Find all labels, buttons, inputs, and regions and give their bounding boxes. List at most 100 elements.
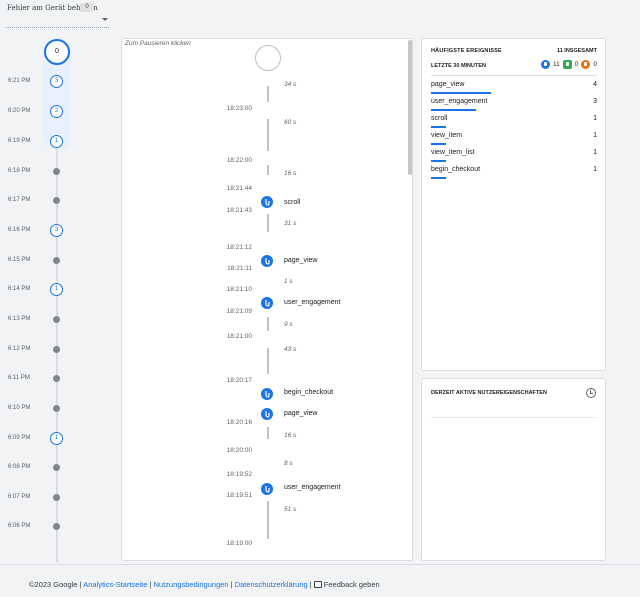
event-marker[interactable]	[261, 255, 273, 267]
minute-dot[interactable]	[53, 405, 60, 412]
duration-label: 16 s	[284, 170, 297, 177]
event-icon	[541, 60, 550, 69]
top-event-row[interactable]: page_view 4	[431, 79, 597, 94]
minute-count-circle[interactable]: 3	[50, 224, 63, 237]
top-event-row[interactable]: view_item_list 1	[431, 147, 597, 162]
time-label: 18:21:10	[226, 286, 252, 293]
top-event-count: 1	[593, 115, 597, 122]
minute-dot[interactable]	[53, 168, 60, 175]
minute-label: 6:19 PM	[8, 138, 31, 144]
duration-label: 51 s	[284, 506, 297, 513]
minute-label: 6:10 PM	[8, 405, 31, 411]
minute-label: 6:12 PM	[8, 346, 31, 352]
event-marker[interactable]	[261, 196, 273, 208]
top-event-bar	[431, 160, 446, 162]
minute-dot[interactable]	[53, 197, 60, 204]
conversion-count: 0	[574, 61, 579, 68]
minute-label: 6:16 PM	[8, 227, 31, 233]
debug-device-count: 0	[80, 3, 94, 12]
minutes-timeline: 0 6:21 PM 3 6:20 PM 2 6:19 PM 1 6:18 PM …	[0, 38, 118, 562]
duration-label: 8 s	[284, 460, 293, 467]
minute-label: 6:06 PM	[8, 523, 31, 529]
top-event-name: begin_checkout	[431, 166, 481, 173]
event-name[interactable]: page_view	[284, 410, 317, 417]
top-event-name: view_item	[431, 132, 463, 139]
top-event-name: scroll	[431, 115, 448, 122]
debug-header: Fehler am Gerät beheben 0	[0, 0, 640, 38]
minutes-top-circle[interactable]: 0	[44, 39, 70, 65]
minute-label: 6:20 PM	[8, 108, 31, 114]
top-event-bar	[431, 143, 446, 145]
minute-label: 6:15 PM	[8, 257, 31, 263]
event-name[interactable]: page_view	[284, 257, 317, 264]
top-event-count: 3	[593, 98, 597, 105]
event-name[interactable]: begin_checkout	[284, 389, 333, 396]
feedback-button[interactable]: Feedback geben	[313, 580, 380, 589]
event-name[interactable]: scroll	[284, 199, 300, 206]
stream-top-circle	[255, 45, 281, 71]
event-marker[interactable]	[261, 408, 273, 420]
stream-segment	[267, 501, 269, 539]
minute-label: 6:14 PM	[8, 286, 31, 292]
duration-label: 9 s	[284, 321, 293, 328]
event-marker[interactable]	[261, 297, 273, 309]
minute-dot[interactable]	[53, 523, 60, 530]
event-name[interactable]: user_engagement	[284, 299, 340, 306]
device-select[interactable]	[6, 14, 109, 28]
chevron-down-icon	[102, 18, 108, 21]
minute-count-circle[interactable]: 2	[50, 105, 63, 118]
minute-dot[interactable]	[53, 257, 60, 264]
minute-dot[interactable]	[53, 464, 60, 471]
terms-link[interactable]: Nutzungsbedingungen	[154, 580, 229, 589]
user-properties-title: DERZEIT AKTIVE NUTZEREIGENSCHAFTEN	[431, 390, 547, 396]
time-label: 18:21:09	[226, 308, 252, 315]
minute-dot[interactable]	[53, 375, 60, 382]
minute-dot[interactable]	[53, 316, 60, 323]
history-icon[interactable]	[586, 388, 596, 398]
duration-label: 34 s	[284, 81, 297, 88]
stream-scrollbar[interactable]	[408, 40, 412, 175]
touch-icon	[265, 391, 270, 398]
minute-label: 6:13 PM	[8, 316, 31, 322]
top-events-card: HÄUFIGSTE EREIGNISSE 11 INSGESAMT LETZTE…	[421, 38, 606, 371]
conversion-flag-icon	[562, 60, 572, 69]
stream-segment	[267, 86, 269, 102]
minute-dot[interactable]	[53, 494, 60, 501]
duration-label: 31 s	[284, 220, 297, 227]
copyright: ©2023 Google	[29, 580, 78, 589]
seconds-stream[interactable]: Zum Pausieren klicken 34 s 18:23:00 60 s…	[121, 38, 413, 561]
event-marker[interactable]	[261, 388, 273, 400]
top-events-range: LETZTE 30 MINUTEN	[431, 63, 487, 69]
stream-segment	[267, 214, 269, 232]
event-name[interactable]: user_engagement	[284, 484, 340, 491]
top-event-name: page_view	[431, 81, 465, 88]
duration-label: 16 s	[284, 432, 297, 439]
top-event-row[interactable]: view_item 1	[431, 130, 597, 145]
stream-segment	[267, 348, 269, 374]
minute-count-circle[interactable]: 1	[50, 135, 63, 148]
top-event-bar	[431, 177, 446, 179]
time-label: 18:21:44	[226, 185, 252, 192]
event-marker[interactable]	[261, 483, 273, 495]
feedback-label: Feedback geben	[323, 580, 380, 589]
minute-label: 6:07 PM	[8, 494, 31, 500]
error-count: 0	[593, 61, 597, 68]
minute-label: 6:08 PM	[8, 464, 31, 470]
minute-count-circle[interactable]: 3	[50, 75, 63, 88]
event-count: 11	[553, 61, 560, 68]
top-event-row[interactable]: scroll 1	[431, 113, 597, 128]
analytics-home-link[interactable]: Analytics-Startseite	[83, 580, 147, 589]
minute-count-circle[interactable]: 1	[50, 283, 63, 296]
time-label: 18:19:00	[226, 540, 252, 547]
minute-dot[interactable]	[53, 346, 60, 353]
top-event-count: 1	[593, 149, 597, 156]
touch-icon	[265, 411, 270, 418]
top-events-total: 11 INSGESAMT	[556, 48, 597, 54]
privacy-link[interactable]: Datenschutzerklärung	[235, 580, 308, 589]
top-event-row[interactable]: begin_checkout 1	[431, 164, 597, 179]
minute-count-circle[interactable]: 1	[50, 432, 63, 445]
time-label: 18:20:16	[226, 419, 252, 426]
stream-segment	[267, 165, 269, 175]
touch-icon	[265, 300, 270, 307]
top-event-row[interactable]: user_engagement 3	[431, 96, 597, 111]
